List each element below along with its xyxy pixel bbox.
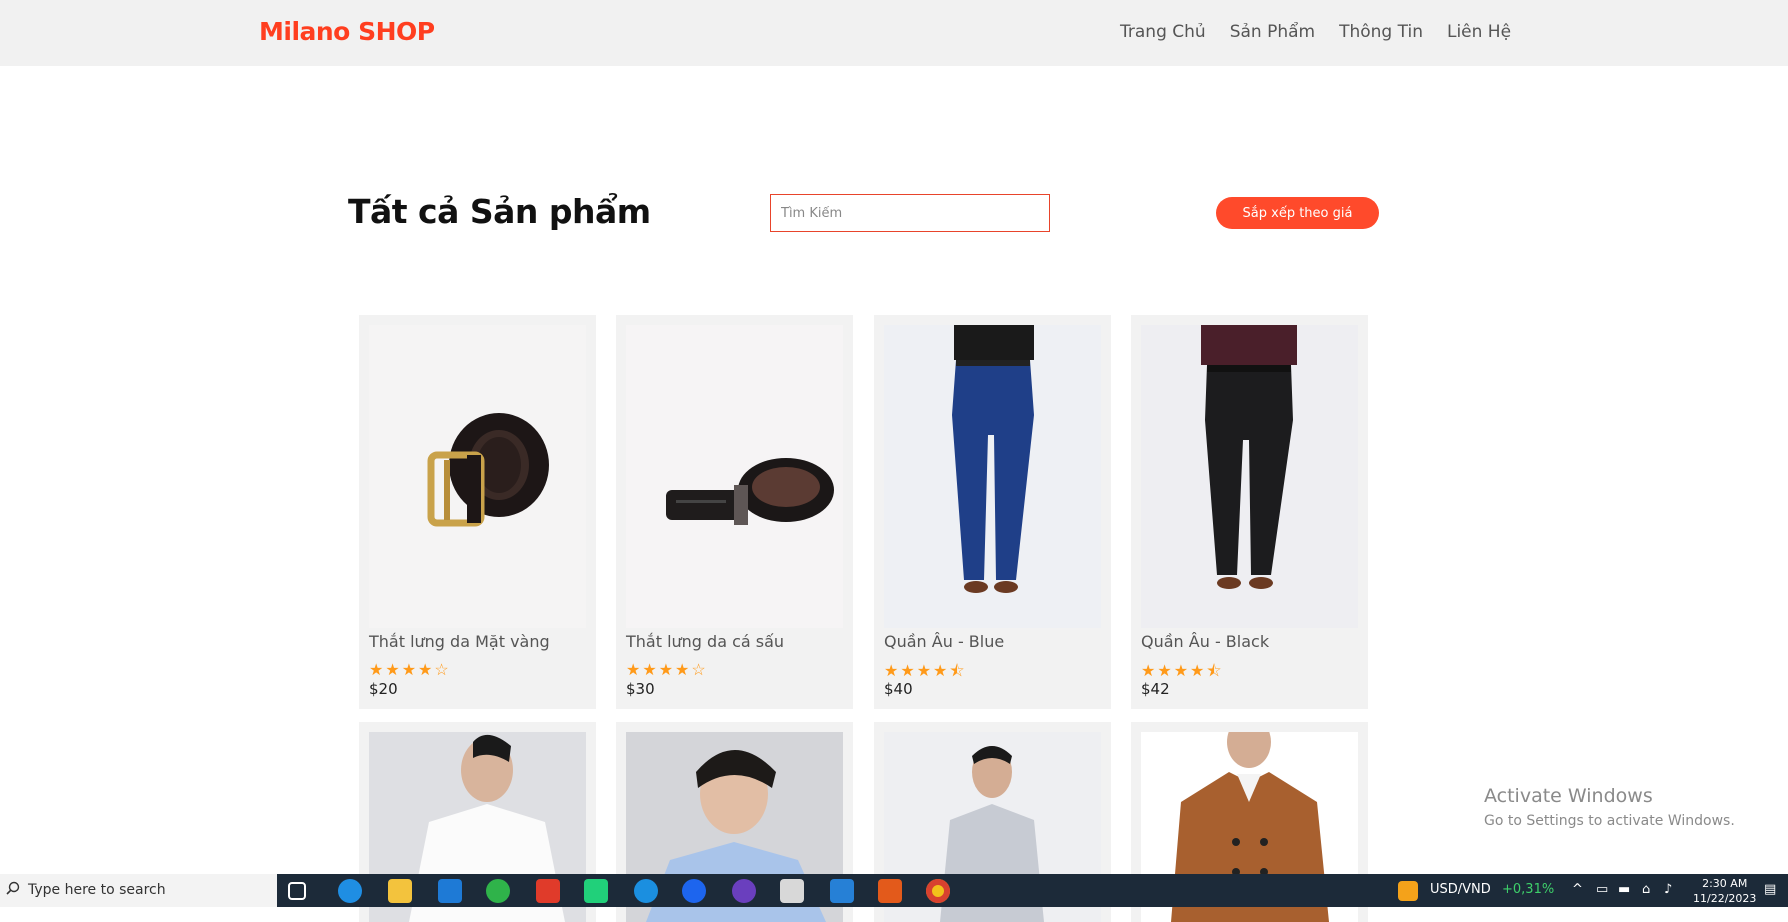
site-logo[interactable]: Milano SHOP [259, 17, 435, 46]
taskbar-search-box[interactable]: Type here to search [0, 874, 277, 907]
product-price: $40 [884, 680, 913, 698]
clock-date: 11/22/2023 [1693, 892, 1757, 905]
product-image-belt-black[interactable] [626, 325, 843, 628]
windows-taskbar: Type here to search USD/VND +0,31% ^ ▭ ▬… [0, 874, 1788, 907]
search-input[interactable] [770, 194, 1050, 232]
nav-links: Trang Chủ Sản Phẩm Thông Tin Liên Hệ [1120, 22, 1535, 42]
github-desktop-icon[interactable] [732, 879, 756, 903]
product-name[interactable]: Thắt lưng da cá sấu [626, 632, 784, 651]
file-explorer-icon[interactable] [388, 879, 412, 903]
meet-now-icon[interactable]: ▭ [1596, 882, 1608, 897]
product-name[interactable]: Thắt lưng da Mặt vàng [369, 632, 550, 651]
product-price: $42 [1141, 680, 1170, 698]
product-price: $30 [626, 680, 655, 698]
product-image-trousers-blue[interactable] [884, 325, 1101, 628]
navbar: Milano SHOP Trang Chủ Sản Phẩm Thông Tin… [0, 0, 1788, 66]
star-rating: ★★★★☆ [626, 662, 708, 679]
taskbar-clock[interactable]: 2:30 AM 11/22/2023 [1693, 876, 1756, 906]
windows-activation-watermark: Activate Windows Go to Settings to activ… [1484, 785, 1735, 829]
paint-icon[interactable] [780, 879, 804, 903]
taskbar-search-placeholder: Type here to search [28, 882, 166, 898]
product-price: $20 [369, 680, 398, 698]
chevron-up-icon[interactable]: ^ [1572, 882, 1583, 897]
edge-browser-icon[interactable] [338, 879, 362, 903]
product-image-trousers-black[interactable] [1141, 325, 1358, 628]
vscode-icon[interactable] [830, 879, 854, 903]
product-card[interactable]: Quần Âu - Black ★★★★⯪ $42 [1131, 315, 1368, 709]
nav-link-products[interactable]: Sản Phẩm [1230, 22, 1315, 42]
nav-link-info[interactable]: Thông Tin [1339, 22, 1423, 42]
task-view-icon[interactable] [288, 882, 306, 900]
store-icon[interactable] [536, 879, 560, 903]
skype-icon[interactable] [634, 879, 658, 903]
nav-link-contact[interactable]: Liên Hệ [1447, 22, 1511, 42]
whatsapp-icon[interactable] [486, 879, 510, 903]
watermark-subtitle: Go to Settings to activate Windows. [1484, 813, 1735, 829]
product-card[interactable]: Thắt lưng da Mặt vàng ★★★★☆ $20 [359, 315, 596, 709]
volume-icon[interactable]: ♪ [1664, 882, 1672, 897]
network-icon[interactable]: ⌂ [1642, 882, 1650, 897]
chrome-icon[interactable] [926, 879, 950, 903]
notification-icon[interactable]: ▤ [1764, 882, 1776, 897]
product-name[interactable]: Quần Âu - Black [1141, 632, 1269, 651]
page-title: Tất cả Sản phẩm [348, 192, 651, 231]
star-rating: ★★★★☆ [369, 662, 451, 679]
nav-link-home[interactable]: Trang Chủ [1120, 22, 1206, 42]
watermark-title: Activate Windows [1484, 785, 1653, 807]
product-card[interactable]: Thắt lưng da cá sấu ★★★★☆ $30 [616, 315, 853, 709]
ticker-change: +0,31% [1502, 882, 1555, 897]
mail-icon[interactable] [438, 879, 462, 903]
product-image-belt-gold[interactable] [369, 325, 586, 628]
clock-time: 2:30 AM [1702, 877, 1748, 890]
product-name[interactable]: Quần Âu - Blue [884, 632, 1004, 651]
sublime-icon[interactable] [878, 879, 902, 903]
search-icon [6, 881, 20, 895]
clion-icon[interactable] [584, 879, 608, 903]
product-card[interactable]: Quần Âu - Blue ★★★★⯪ $40 [874, 315, 1111, 709]
stock-widget-icon [1398, 881, 1418, 901]
battery-icon[interactable]: ▬ [1618, 882, 1630, 897]
zalo-icon[interactable] [682, 879, 706, 903]
ticker-label[interactable]: USD/VND [1430, 882, 1491, 897]
sort-by-price-button[interactable]: Sắp xếp theo giá [1216, 197, 1379, 229]
